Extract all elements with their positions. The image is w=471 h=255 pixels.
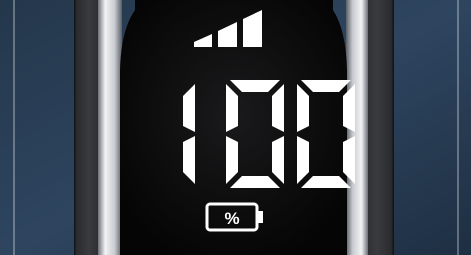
chrome-band-left	[98, 0, 122, 255]
battery-terminal	[258, 211, 263, 223]
device-scene: %	[0, 0, 471, 255]
battery-percent-symbol: %	[224, 209, 239, 228]
device-photo: % 100	[0, 0, 471, 255]
